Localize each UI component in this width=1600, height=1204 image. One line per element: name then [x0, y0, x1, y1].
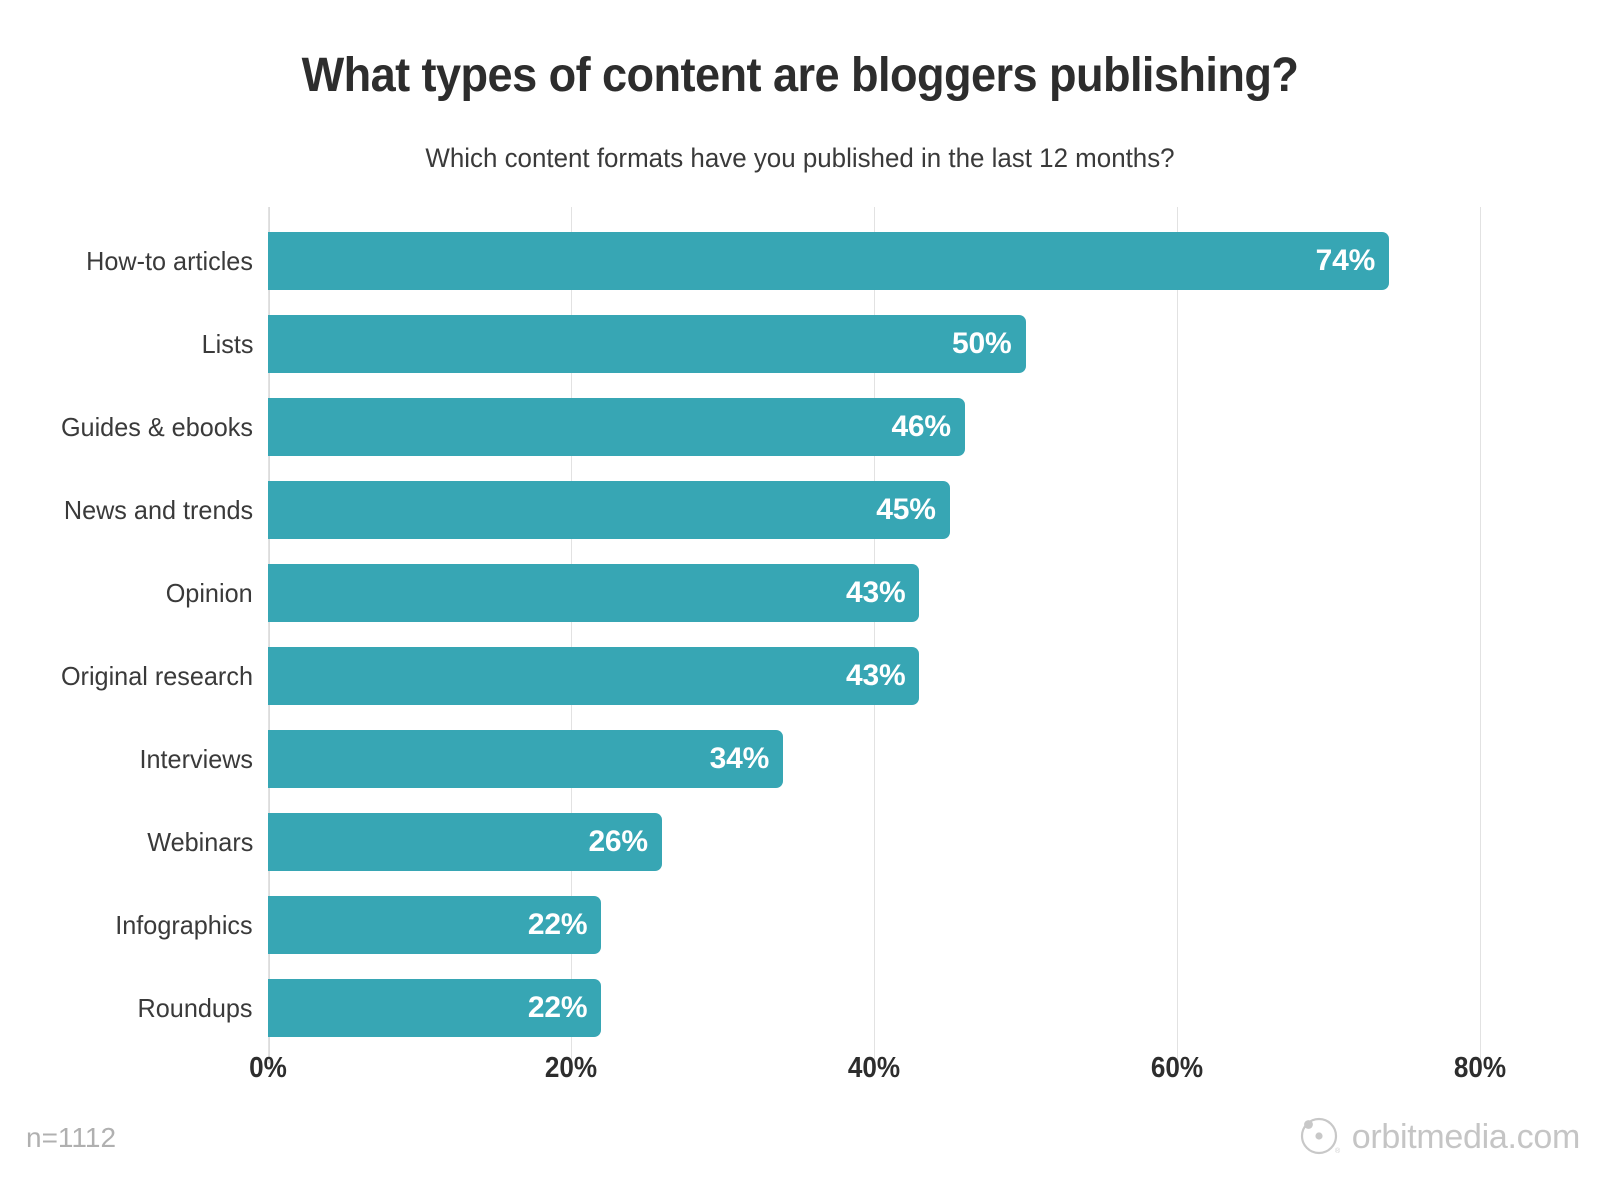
category-label: Webinars — [146, 827, 253, 857]
bar-chart: What types of content are bloggers publi… — [0, 0, 1600, 1204]
x-tick-label: 40% — [847, 1052, 901, 1084]
bar-value-label: 43% — [845, 659, 906, 692]
bar-row: 43% — [268, 647, 920, 705]
gridline-60 — [1177, 207, 1178, 1063]
bar-value-label: 22% — [527, 908, 588, 941]
bar[interactable] — [268, 481, 950, 539]
category-label: Original research — [60, 661, 253, 691]
category-label: How-to articles — [86, 246, 253, 276]
sample-size-label: n=1112 — [26, 1122, 117, 1153]
logo-text: orbitmedia.com — [1351, 1118, 1581, 1156]
category-label: Opinion — [166, 578, 253, 608]
bar-value-label: 43% — [845, 576, 906, 609]
bar-value-label: 45% — [876, 493, 936, 526]
orbitmedia-logo[interactable]: ® orbitmedia.com — [1296, 1112, 1580, 1163]
bar-value-label: 50% — [952, 327, 1012, 360]
x-tick-label: 0% — [249, 1052, 287, 1084]
orbit-circle-icon: ® — [1296, 1112, 1342, 1163]
bar-row: 26% — [268, 813, 662, 871]
bar-row: 22% — [268, 896, 602, 954]
bar[interactable] — [268, 647, 920, 705]
x-tick-label: 60% — [1150, 1052, 1204, 1084]
bar-row: 34% — [268, 730, 784, 788]
bar[interactable] — [268, 232, 1390, 290]
category-label: Guides & ebooks — [60, 412, 253, 442]
chart-title: What types of content are bloggers publi… — [301, 49, 1299, 102]
bar[interactable] — [268, 730, 784, 788]
bar-value-label: 74% — [1315, 244, 1376, 277]
bar[interactable] — [268, 398, 965, 456]
x-tick-label: 80% — [1453, 1052, 1507, 1084]
bar-row: 50% — [268, 315, 1026, 373]
category-label: News and trends — [63, 495, 253, 525]
bar-row: 74% — [268, 232, 1390, 290]
x-tick-label: 20% — [544, 1052, 598, 1084]
chart-subtitle: Which content formats have you published… — [425, 143, 1175, 173]
gridline-80 — [1480, 207, 1481, 1063]
bar-value-label: 34% — [709, 742, 770, 775]
category-label: Roundups — [138, 993, 253, 1023]
plot-area: 74% 50% 46% 45% 43% 43% 34% 26% 22% 22% — [268, 207, 1481, 1063]
bar-value-label: 22% — [527, 991, 588, 1024]
bar-row: 45% — [268, 481, 950, 539]
bar-value-label: 46% — [891, 410, 951, 443]
bar-row: 46% — [268, 398, 965, 456]
bar[interactable] — [268, 564, 920, 622]
category-label: Infographics — [115, 910, 253, 940]
svg-text:®: ® — [1335, 1147, 1341, 1155]
bar-row: 43% — [268, 564, 920, 622]
bar[interactable] — [268, 315, 1026, 373]
category-label: Interviews — [139, 744, 253, 774]
bar-value-label: 26% — [588, 825, 648, 858]
bar-row: 22% — [268, 979, 602, 1037]
category-label: Lists — [201, 329, 253, 359]
